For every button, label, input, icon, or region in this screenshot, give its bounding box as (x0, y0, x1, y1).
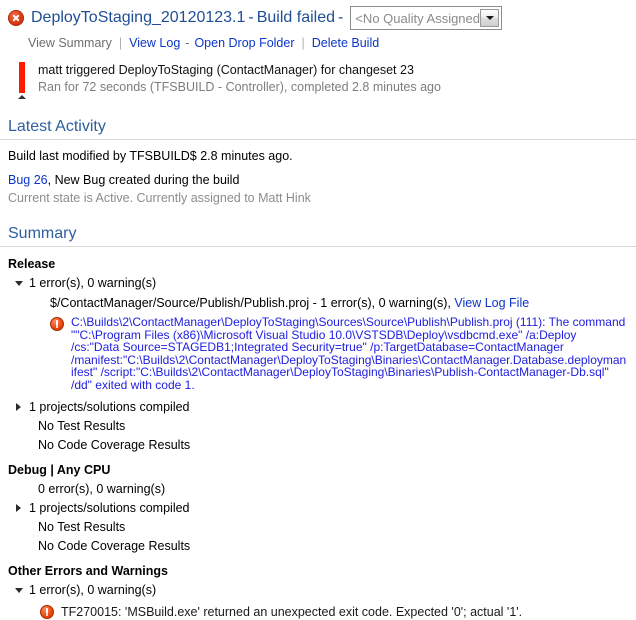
other-error-detail: TF270015: 'MSBuild.exe' returned an unex… (40, 604, 628, 620)
separator-dash: - (185, 36, 190, 50)
triangle-down-icon[interactable] (14, 582, 26, 598)
chevron-down-icon[interactable] (480, 9, 500, 27)
build-actions-linkbar: View Summary | View Log - Open Drop Fold… (28, 36, 636, 50)
latest-activity-body: Build last modified by TFSBUILD$ 2.8 min… (0, 148, 636, 206)
build-name: DeployToStaging_20120123.1 (31, 9, 246, 26)
build-header: DeployToStaging_20120123.1- Build failed -… (0, 0, 636, 30)
release-error-counts-row[interactable]: 1 error(s), 0 warning(s) (8, 275, 628, 291)
status-marker-icon (18, 95, 26, 99)
configuration-title-debug: Debug | Any CPU (8, 462, 111, 477)
release-project-line: $/ContactManager/Source/Publish/Publish.… (50, 295, 628, 311)
bug-state-line: Current state is Active. Currently assig… (8, 191, 311, 205)
link-delete-build[interactable]: Delete Build (312, 36, 379, 50)
trigger-main-line: matt triggered DeployToStaging (ContactM… (38, 63, 414, 77)
release-error-message: C:\Builds\2\ContactManager\DeployToStagi… (71, 315, 627, 392)
release-no-test-results-row: No Test Results (38, 418, 628, 434)
error-exclamation-icon (40, 604, 54, 619)
trigger-text-lines: matt triggered DeployToStaging (ContactM… (38, 62, 441, 96)
bug-line: Bug 26, New Bug created during the build (8, 172, 628, 188)
release-projects-compiled-row[interactable]: 1 projects/solutions compiled (8, 399, 628, 415)
other-error-counts-row[interactable]: 1 error(s), 0 warning(s) (8, 582, 628, 598)
release-no-test-results: No Test Results (38, 418, 126, 433)
summary-body: Release 1 error(s), 0 warning(s) $/Conta… (0, 256, 636, 620)
release-no-code-coverage: No Code Coverage Results (38, 437, 191, 452)
debug-projects-compiled-row[interactable]: 1 projects/solutions compiled (8, 500, 628, 516)
trigger-sub-line: Ran for 72 seconds (TFSBUILD - Controlle… (38, 80, 441, 94)
release-error-detail: C:\Builds\2\ContactManager\DeployToStagi… (50, 316, 628, 392)
error-exclamation-icon (50, 317, 64, 331)
debug-no-test-results: No Test Results (38, 519, 126, 534)
separator-pipe-2: | (301, 36, 305, 50)
debug-error-counts-row: 0 error(s), 0 warning(s) (38, 481, 628, 497)
bug-line-rest: , New Bug created during the build (47, 173, 240, 187)
build-failed-indicator (16, 62, 28, 99)
link-view-log[interactable]: View Log (129, 36, 180, 50)
section-heading-latest-activity: Latest Activity (0, 117, 636, 140)
debug-error-counts: 0 error(s), 0 warning(s) (38, 481, 166, 496)
build-trigger-block: matt triggered DeployToStaging (ContactM… (16, 62, 636, 99)
section-title-other-errors: Other Errors and Warnings (8, 563, 168, 578)
red-status-bar (19, 62, 25, 93)
build-status-text: Build failed (256, 9, 336, 26)
link-open-drop-folder[interactable]: Open Drop Folder (194, 36, 294, 50)
debug-no-code-coverage: No Code Coverage Results (38, 538, 191, 553)
link-bug-26[interactable]: Bug 26 (8, 173, 48, 187)
debug-no-test-results-row: No Test Results (38, 519, 628, 535)
triangle-down-icon[interactable] (14, 275, 26, 291)
chevron-down-glyph (485, 16, 494, 20)
build-quality-value: <No Quality Assigned> (355, 10, 481, 26)
title-dash-1: - (248, 9, 254, 26)
configuration-title-release: Release (8, 257, 56, 271)
page-title: DeployToStaging_20120123.1- Build failed - (31, 8, 346, 28)
release-no-code-coverage-row: No Code Coverage Results (38, 437, 628, 453)
link-view-summary[interactable]: View Summary (28, 36, 112, 50)
release-error-counts: 1 error(s), 0 warning(s) (29, 276, 157, 290)
section-heading-summary: Summary (0, 224, 636, 247)
error-circle-icon (8, 10, 24, 26)
title-dash-2: - (338, 9, 344, 26)
link-view-log-file[interactable]: View Log File (454, 296, 529, 310)
triangle-right-icon[interactable] (14, 399, 26, 415)
release-project-text: $/ContactManager/Source/Publish/Publish.… (50, 296, 451, 310)
debug-projects-compiled: 1 projects/solutions compiled (29, 500, 190, 515)
build-quality-dropdown[interactable]: <No Quality Assigned> (350, 6, 503, 30)
build-modified-line: Build last modified by TFSBUILD$ 2.8 min… (8, 149, 293, 163)
debug-no-code-coverage-row: No Code Coverage Results (38, 538, 628, 554)
release-projects-compiled: 1 projects/solutions compiled (29, 399, 190, 414)
triangle-right-icon[interactable] (14, 500, 26, 516)
other-error-message: TF270015: 'MSBuild.exe' returned an unex… (61, 604, 523, 619)
separator-pipe-1: | (118, 36, 123, 50)
other-error-counts: 1 error(s), 0 warning(s) (29, 582, 157, 597)
